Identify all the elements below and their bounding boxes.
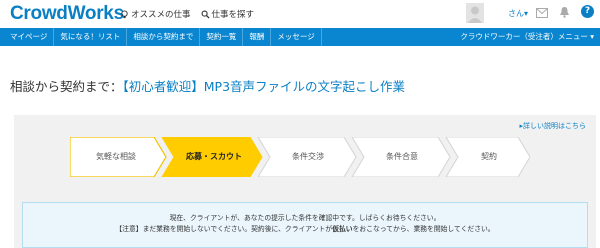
notice-line-2: 【注意】まだ業務を開始しないでください。契約後に、クライアントが仮払いをおこなっ… xyxy=(23,224,587,235)
help-icon[interactable]: ? xyxy=(581,5,594,18)
recommended-jobs-label: オススメの仕事 xyxy=(131,10,191,20)
step-negotiate: 条件交渉 xyxy=(292,152,324,161)
user-menu[interactable]: さん▾ xyxy=(508,8,528,19)
step-flow: 気軽な相談 応募・スカウト 条件交渉 条件合意 契約 xyxy=(70,137,530,177)
avatar[interactable] xyxy=(466,3,484,23)
nav-rewards[interactable]: 報酬 xyxy=(243,28,272,46)
find-jobs-label: 仕事を探す xyxy=(211,10,255,20)
nav-mypage[interactable]: マイページ xyxy=(0,28,55,46)
main-nav: マイページ 気になる！リスト 相談から契約まで 契約一覧 報酬 メッセージ クラ… xyxy=(0,28,600,46)
page-title: 相談から契約まで：【初心者歓迎】MP3音声ファイルの文字起こし作業 xyxy=(10,76,405,95)
nav-consult-to-contract[interactable]: 相談から契約まで xyxy=(127,28,201,46)
bell-icon[interactable] xyxy=(559,6,570,18)
nav-contracts[interactable]: 契約一覧 xyxy=(200,28,244,46)
progress-panel: ▸詳しい説明はこちら 気軽な相談 応募・スカウト 条件交渉 条件合意 契約 現在… xyxy=(14,115,596,248)
job-title-link[interactable]: 【初心者歓迎】MP3音声ファイルの文字起こし作業 xyxy=(123,79,406,94)
step-apply-scout: 応募・スカウト xyxy=(186,152,242,161)
top-links: オススメの仕事 仕事を探す xyxy=(120,8,254,20)
recommended-jobs-link[interactable]: オススメの仕事 xyxy=(120,8,191,20)
search-icon xyxy=(201,10,210,19)
worker-menu[interactable]: クラウドワーカー（受注者）メニュー ▾ xyxy=(460,28,594,46)
lightbulb-icon xyxy=(121,9,128,18)
notice-line-2-b: をおこなってから、業務を開始してください。 xyxy=(352,225,495,233)
top-header: CrowdWorks オススメの仕事 仕事を探す さん▾ ? xyxy=(0,0,600,28)
nav-messages[interactable]: メッセージ xyxy=(271,28,322,46)
step-agree: 条件合意 xyxy=(386,152,418,161)
notice-prepayment: 仮払い xyxy=(332,225,353,233)
nav-favorites[interactable]: 気になる！リスト xyxy=(54,28,128,46)
page-title-prefix: 相談から契約まで： xyxy=(10,79,123,94)
find-jobs-link[interactable]: 仕事を探す xyxy=(201,8,255,20)
step-contract: 契約 xyxy=(481,152,497,161)
status-notice: 現在、クライアントが、あなたの提示した条件を確認中です。しばらくお待ちください。… xyxy=(22,202,588,248)
detail-link[interactable]: ▸詳しい説明はこちら xyxy=(519,121,586,131)
crowdworks-logo[interactable]: CrowdWorks xyxy=(10,3,124,25)
step-consult: 気軽な相談 xyxy=(96,152,136,161)
notice-line-1: 現在、クライアントが、あなたの提示した条件を確認中です。しばらくお待ちください。 xyxy=(169,214,441,222)
mail-icon[interactable] xyxy=(536,8,548,18)
notice-line-2-a: 【注意】まだ業務を開始しないでください。契約後に、クライアントが xyxy=(115,225,333,233)
